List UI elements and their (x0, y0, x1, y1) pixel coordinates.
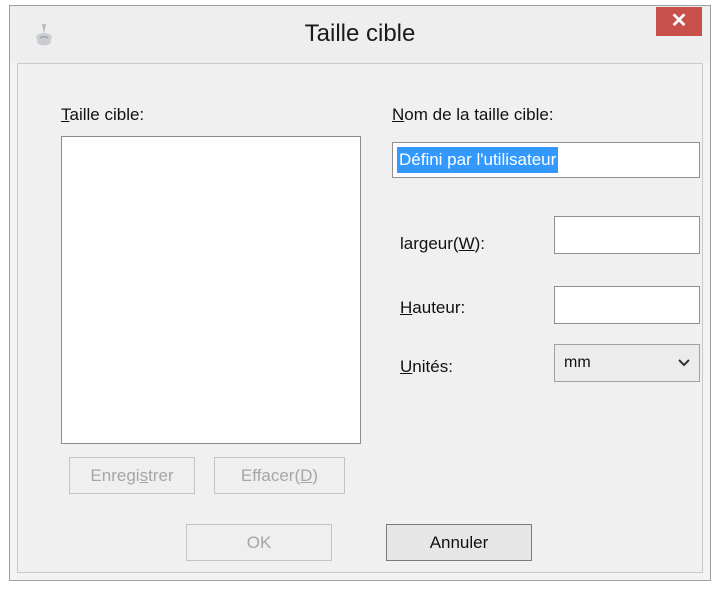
units-select-value: mm (564, 354, 591, 371)
height-input[interactable] (554, 286, 700, 324)
target-size-dialog: Taille cible ✕ Taille cible: Enregistrer… (9, 5, 711, 581)
units-select[interactable]: mm (554, 344, 700, 382)
delete-button[interactable]: Effacer(D) (214, 457, 345, 494)
target-size-name-input[interactable]: Défini par l'utilisateur (392, 142, 700, 178)
target-size-list-label: Taille cible: (61, 105, 145, 124)
name-input-value: Défini par l'utilisateur (397, 147, 559, 173)
close-button[interactable]: ✕ (656, 7, 702, 36)
save-button[interactable]: Enregistrer (69, 457, 195, 494)
chevron-down-icon (678, 359, 690, 367)
cancel-button[interactable]: Annuler (386, 524, 532, 561)
dialog-title: Taille cible (304, 20, 416, 47)
units-label: Unités: (400, 357, 453, 376)
target-size-list[interactable] (61, 136, 361, 444)
dialog-body: Taille cible: Enregistrer Effacer(D) Nom… (17, 63, 703, 573)
width-label: largeur(W): (400, 234, 486, 253)
title-bar[interactable]: Taille cible ✕ (10, 6, 710, 63)
height-label: Hauteur: (400, 298, 466, 317)
target-size-name-label: Nom de la taille cible: (392, 105, 554, 124)
close-icon: ✕ (670, 10, 688, 32)
ok-button[interactable]: OK (186, 524, 332, 561)
width-input[interactable] (554, 216, 700, 254)
